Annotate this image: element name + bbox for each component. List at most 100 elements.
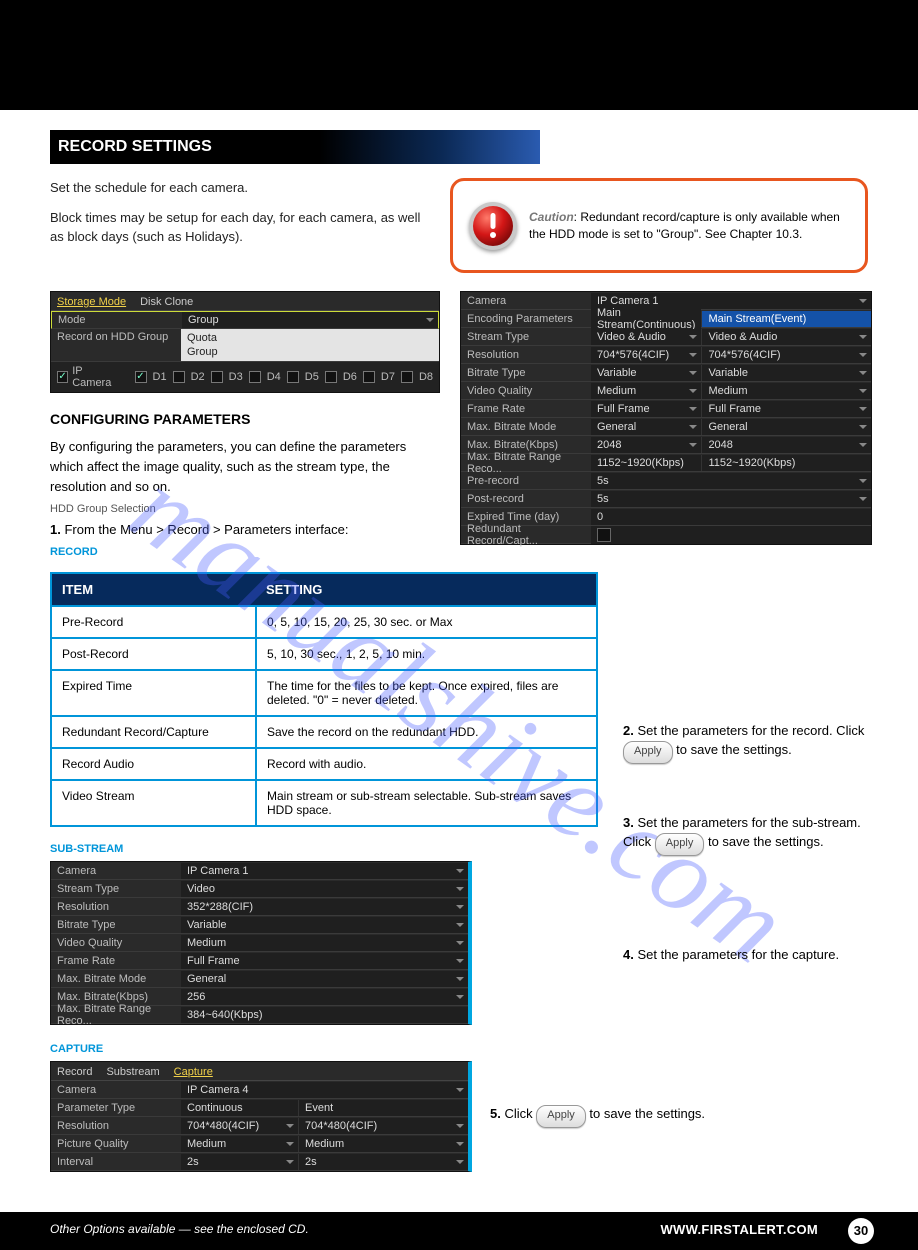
- rp-label: Frame Rate: [461, 401, 591, 417]
- step-4: 4. Set the parameters for the capture.: [623, 946, 883, 965]
- rp-label: Encoding Parameters: [461, 311, 591, 327]
- cap-val-event: Event: [298, 1100, 468, 1116]
- ip-camera-checkbox[interactable]: [57, 371, 68, 383]
- ss-label: Video Quality: [51, 935, 181, 951]
- cap-value[interactable]: IP Camera 4: [181, 1082, 468, 1098]
- step-2-text: Set the parameters for the record. Click: [637, 723, 864, 738]
- rp-val-continuous[interactable]: Variable: [591, 365, 701, 381]
- cap-val-cont[interactable]: 704*480(4CIF): [181, 1118, 298, 1134]
- table-row: Record AudioRecord with audio.: [51, 748, 597, 780]
- ss-value[interactable]: Video: [181, 881, 468, 897]
- ss-value[interactable]: 256: [181, 989, 468, 1005]
- rp-val-event[interactable]: 704*576(4CIF): [701, 347, 871, 363]
- th-item: ITEM: [51, 573, 256, 606]
- mode-dropdown[interactable]: Quota Group: [181, 329, 439, 361]
- ss-label: Bitrate Type: [51, 917, 181, 933]
- ch-d2[interactable]: [173, 371, 185, 383]
- record-group-label: Record on HDD Group: [51, 329, 181, 345]
- step-3-num: 3.: [623, 815, 634, 830]
- record-row: Frame Rate Full Frame Full Frame: [461, 400, 871, 418]
- rps-value[interactable]: 5s: [591, 473, 871, 489]
- redundant-checkbox[interactable]: [597, 528, 611, 542]
- cap-label: Picture Quality: [51, 1136, 181, 1152]
- ss-value[interactable]: General: [181, 971, 468, 987]
- rp-val-continuous[interactable]: 2048: [591, 437, 701, 453]
- rp-val-event[interactable]: Video & Audio: [701, 329, 871, 345]
- rp-val-event[interactable]: Variable: [701, 365, 871, 381]
- cap-val-event[interactable]: 704*480(4CIF): [298, 1118, 468, 1134]
- tab-disk-clone[interactable]: Disk Clone: [140, 296, 193, 308]
- apply-button-3[interactable]: Apply: [655, 833, 705, 856]
- step-5: 5. Click Apply to save the settings.: [490, 1105, 705, 1128]
- apply-button-2[interactable]: Apply: [623, 741, 673, 764]
- ch-d8-label: D8: [419, 371, 433, 383]
- tab-record[interactable]: Record: [57, 1066, 92, 1078]
- ch-d1[interactable]: [135, 371, 147, 383]
- intro-p2: Block times may be setup for each day, f…: [50, 208, 430, 247]
- cap-val-event[interactable]: 2s: [298, 1154, 468, 1170]
- substream-row: Stream TypeVideo: [51, 880, 468, 898]
- cap-val-cont[interactable]: 2s: [181, 1154, 298, 1170]
- rps-value[interactable]: 5s: [591, 491, 871, 507]
- mode-option-quota[interactable]: Quota: [187, 331, 433, 345]
- ch-d8[interactable]: [401, 371, 413, 383]
- ch-d3[interactable]: [211, 371, 223, 383]
- ch-d3-label: D3: [229, 371, 243, 383]
- tab-storage-mode[interactable]: Storage Mode: [57, 296, 126, 308]
- ss-value[interactable]: 352*288(CIF): [181, 899, 468, 915]
- ch-d5[interactable]: [287, 371, 299, 383]
- table-item: Post-Record: [51, 638, 256, 670]
- rp-val-continuous: 1152~1920(Kbps): [591, 455, 701, 471]
- table-item: Video Stream: [51, 780, 256, 826]
- ch-d7[interactable]: [363, 371, 375, 383]
- cap-val-event[interactable]: Medium: [298, 1136, 468, 1152]
- rp-val-continuous[interactable]: 704*576(4CIF): [591, 347, 701, 363]
- tab-capture[interactable]: Capture: [174, 1066, 213, 1078]
- rp-val-continuous[interactable]: Video & Audio: [591, 329, 701, 345]
- table-row: Expired TimeThe time for the files to be…: [51, 670, 597, 716]
- rp-val-continuous[interactable]: General: [591, 419, 701, 435]
- rp-val-continuous[interactable]: Full Frame: [591, 401, 701, 417]
- rp-val-continuous[interactable]: Medium: [591, 383, 701, 399]
- mode-option-group[interactable]: Group: [187, 345, 433, 359]
- ss-label: Frame Rate: [51, 953, 181, 969]
- ss-value[interactable]: Medium: [181, 935, 468, 951]
- ss-value[interactable]: IP Camera 1: [181, 863, 468, 879]
- hdd-group-caption: HDD Group Selection: [50, 503, 440, 515]
- cap-val-cont[interactable]: Medium: [181, 1136, 298, 1152]
- apply-button-5[interactable]: Apply: [536, 1105, 586, 1128]
- caution-label: Caution: [529, 210, 574, 224]
- table-row: Video StreamMain stream or sub-stream se…: [51, 780, 597, 826]
- ss-value[interactable]: Full Frame: [181, 953, 468, 969]
- ch-d4[interactable]: [249, 371, 261, 383]
- capture-tabs: Record Substream Capture: [51, 1062, 468, 1081]
- cap-label: Interval: [51, 1154, 181, 1170]
- record-row: Resolution 704*576(4CIF) 704*576(4CIF): [461, 346, 871, 364]
- ss-value[interactable]: Variable: [181, 917, 468, 933]
- rps-label: Pre-record: [461, 473, 591, 489]
- camera-label: Camera: [461, 293, 591, 309]
- record-single-row: Pre-record5s: [461, 472, 871, 490]
- mode-select[interactable]: Group: [182, 312, 438, 328]
- footer-other: Other Options available — see the enclos…: [50, 1222, 309, 1236]
- mode-row: Mode Group: [51, 311, 439, 329]
- tab-substream[interactable]: Substream: [106, 1066, 159, 1078]
- rp-val-event[interactable]: 2048: [701, 437, 871, 453]
- capture-row: CameraIP Camera 4: [51, 1081, 468, 1099]
- sub-capture-heading: CAPTURE: [50, 1043, 868, 1055]
- capture-panel: Record Substream Capture CameraIP Camera…: [50, 1061, 472, 1172]
- step-3: 3. Set the parameters for the sub-stream…: [623, 814, 883, 856]
- page-body: manualshive.com RECORD SETTINGS Set the …: [0, 110, 918, 1212]
- rp-val-event[interactable]: General: [701, 419, 871, 435]
- record-params-panel: Camera IP Camera 1 Encoding Parameters M…: [460, 291, 872, 545]
- capture-row: Interval 2s 2s: [51, 1153, 468, 1171]
- footer-page-number: 30: [848, 1218, 874, 1244]
- record-row: Max. Bitrate Range Reco... 1152~1920(Kbp…: [461, 454, 871, 472]
- ss-label: Resolution: [51, 899, 181, 915]
- rp-val-event[interactable]: Medium: [701, 383, 871, 399]
- ss-label: Camera: [51, 863, 181, 879]
- rp-val-event[interactable]: Full Frame: [701, 401, 871, 417]
- ch-d6[interactable]: [325, 371, 337, 383]
- cap-label: Parameter Type: [51, 1100, 181, 1116]
- ss-label: Stream Type: [51, 881, 181, 897]
